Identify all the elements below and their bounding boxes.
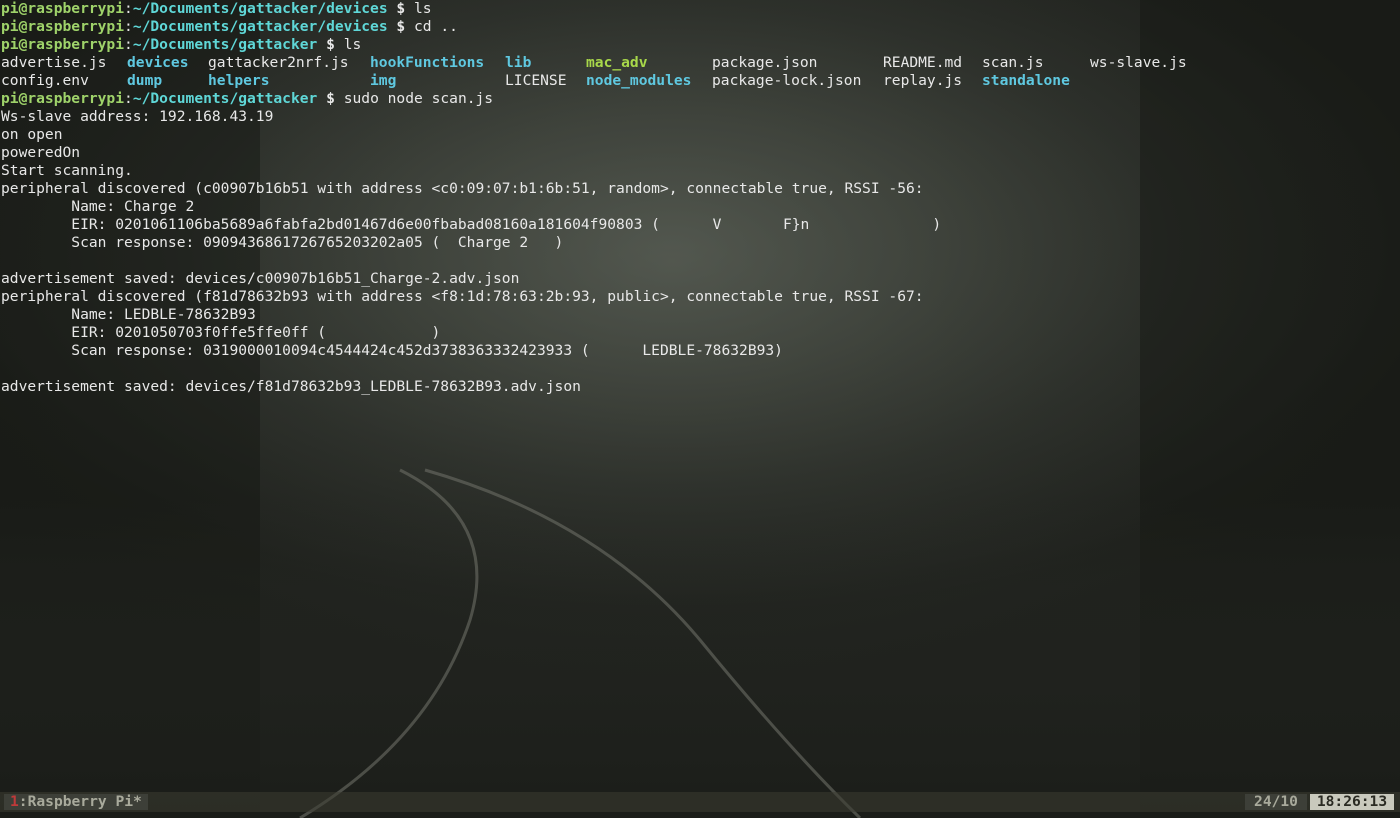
ls-entry: package-lock.json <box>712 72 862 89</box>
load-indicator: 24/10 <box>1245 794 1307 810</box>
prompt-line: pi@raspberrypi:~/Documents/gattacker $ l… <box>1 36 362 53</box>
output-line: EIR: 0201061106ba5689a6fabfa2bd01467d6e0… <box>1 216 942 233</box>
ls-entry: standalone <box>982 72 1070 89</box>
output-line: poweredOn <box>1 144 81 161</box>
ls-entry: README.md <box>883 54 963 71</box>
ls-entry: LICENSE <box>505 72 567 89</box>
ls-entry: dump <box>127 72 163 89</box>
prompt-line: pi@raspberrypi:~/Documents/gattacker $ s… <box>1 90 494 107</box>
window-tab-raspberry-pi[interactable]: 1:Raspberry Pi* <box>4 794 148 810</box>
ls-entry: node_modules <box>586 72 692 89</box>
terminal-output[interactable]: pi@raspberrypi:~/Documents/gattacker/dev… <box>1 0 1400 396</box>
ls-entry: mac_adv <box>586 54 648 71</box>
output-line: Scan response: 0909436861726765203202a05… <box>1 234 564 251</box>
ls-entry: devices <box>127 54 189 71</box>
output-line: EIR: 0201050703f0ffe5ffe0ff ( ) <box>1 324 441 341</box>
window-flag: * <box>133 793 142 810</box>
output-line: advertisement saved: devices/f81d78632b9… <box>1 378 581 395</box>
ls-entry: scan.js <box>982 54 1044 71</box>
ls-entry: helpers <box>208 72 270 89</box>
ls-entry: ws-slave.js <box>1090 54 1187 71</box>
output-line: Name: LEDBLE-78632B93 <box>1 306 256 323</box>
ls-entry: img <box>370 72 397 89</box>
ls-output-row: config.env dump helpers img LICENSE node_modu… <box>1 72 1400 90</box>
ls-entry: package.json <box>712 54 818 71</box>
output-line: on open <box>1 126 63 143</box>
output-line: Scan response: 0319000010094c4544424c452… <box>1 342 783 359</box>
ls-entry: replay.js <box>883 72 963 89</box>
output-line: peripheral discovered (c00907b16b51 with… <box>1 180 924 197</box>
output-line: Start scanning. <box>1 162 133 179</box>
ls-entry: hookFunctions <box>370 54 485 71</box>
output-line: Ws-slave address: 192.168.43.19 <box>1 108 274 125</box>
output-line: Name: Charge 2 <box>1 198 195 215</box>
window-separator: : <box>18 793 28 810</box>
prompt-line: pi@raspberrypi:~/Documents/gattacker/dev… <box>1 0 432 17</box>
tmux-status-bar: 1:Raspberry Pi* 24/10 18:26:13 <box>0 792 1400 812</box>
clock: 18:26:13 <box>1310 794 1394 810</box>
ls-entry: gattacker2nrf.js <box>208 54 349 71</box>
ls-entry: config.env <box>1 72 89 89</box>
output-line: advertisement saved: devices/c00907b16b5… <box>1 270 520 287</box>
ls-entry: advertise.js <box>1 54 107 71</box>
prompt-line: pi@raspberrypi:~/Documents/gattacker/dev… <box>1 18 458 35</box>
output-line: peripheral discovered (f81d78632b93 with… <box>1 288 924 305</box>
ls-output-row: advertise.js devices gattacker2nrf.js hookF… <box>1 54 1400 72</box>
window-name: Raspberry Pi <box>27 793 134 810</box>
window-index: 1 <box>10 793 19 810</box>
ls-entry: lib <box>505 54 532 71</box>
